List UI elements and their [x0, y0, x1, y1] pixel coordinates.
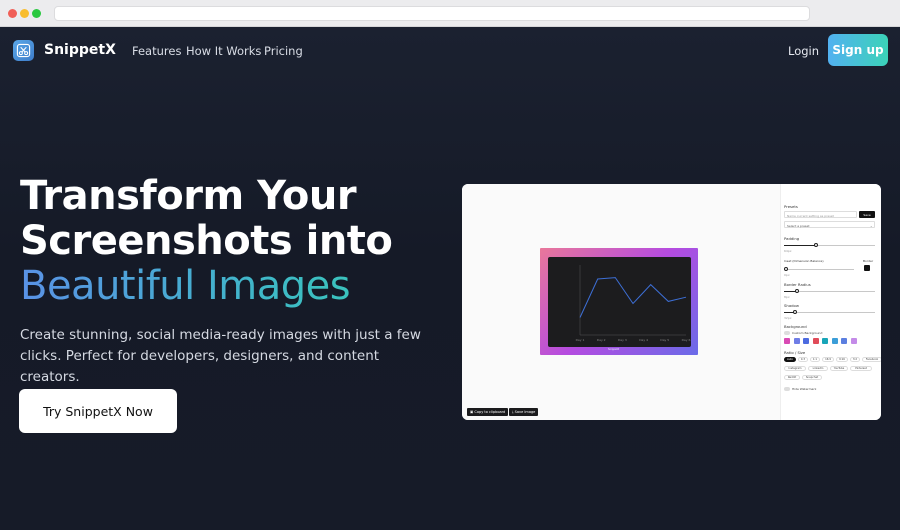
- copy-clipboard-button[interactable]: ▣ Copy to clipboard: [467, 408, 509, 416]
- presets-label: Presets: [784, 204, 798, 209]
- top-nav: SnippetX Features How It Works Pricing L…: [0, 27, 900, 75]
- ratio-chip[interactable]: LinkedIn: [808, 366, 828, 371]
- ratio-chip[interactable]: YouTube: [830, 366, 848, 371]
- background-swatch[interactable]: [841, 338, 847, 344]
- ratio-chip[interactable]: Snapchat: [802, 375, 822, 380]
- screenshot-chart: Day 1 Day 2 Day 3 Day 4 Day 5 Day 6: [548, 257, 691, 347]
- border-label: Border: [863, 259, 874, 263]
- custom-background-toggle[interactable]: [784, 331, 790, 335]
- background-swatch[interactable]: [793, 338, 800, 344]
- ratio-label: Ratio / Size: [784, 350, 806, 355]
- nav-link-features[interactable]: Features: [132, 44, 181, 58]
- series-line: [579, 277, 687, 318]
- hero-title-line: Transform Your: [20, 173, 357, 219]
- background-swatch[interactable]: [822, 338, 828, 344]
- hero-title: Transform Your Screenshots into Beautifu…: [20, 174, 460, 309]
- x-tick-label: Day 6: [682, 338, 691, 342]
- copy-label: Copy to clipboard: [474, 410, 506, 414]
- chevron-down-icon: ⌄: [870, 223, 873, 228]
- preset-name-placeholder: Name current setting as preset: [787, 214, 834, 218]
- ratio-chip[interactable]: 4:3: [798, 357, 808, 362]
- inset-slider[interactable]: [784, 267, 788, 271]
- hide-watermark-label: Hide Watermark: [792, 387, 817, 391]
- x-tick-label: Day 1: [576, 338, 585, 342]
- inset-value: 0px: [784, 273, 790, 277]
- background-label: Background: [784, 324, 807, 329]
- shadow-value: 32px: [784, 316, 792, 320]
- hero-title-highlight: Beautiful Images: [20, 264, 460, 309]
- ratio-chip[interactable]: 1:1: [810, 357, 820, 362]
- preset-select[interactable]: Select a preset ⌄: [784, 221, 875, 228]
- border-radius-slider[interactable]: [795, 289, 799, 293]
- settings-panel: Presets Name current setting as preset S…: [780, 184, 881, 420]
- save-preset-button[interactable]: Save: [859, 211, 875, 218]
- save-image-button[interactable]: ⤓ Save Image: [509, 408, 539, 416]
- shadow-track: [784, 312, 875, 313]
- background-swatch[interactable]: [831, 338, 838, 344]
- ratio-chip[interactable]: Auto: [784, 357, 796, 362]
- ratio-chip[interactable]: 3:2: [850, 357, 860, 362]
- address-bar[interactable]: [54, 6, 810, 21]
- ratio-chip[interactable]: 9:16: [836, 357, 848, 362]
- ratio-chip[interactable]: 16:9: [822, 357, 834, 362]
- hide-watermark-toggle[interactable]: [784, 387, 790, 391]
- login-link[interactable]: Login: [788, 44, 819, 58]
- ratio-chip[interactable]: Instagram: [784, 366, 806, 371]
- shadow-label: Shadow: [784, 303, 799, 308]
- shadow-slider[interactable]: [793, 310, 797, 314]
- padding-value: 64px: [784, 249, 792, 253]
- editor-canvas: Day 1 Day 2 Day 3 Day 4 Day 5 Day 6 SnippetX …: [462, 184, 780, 420]
- try-now-button[interactable]: Try SnippetX Now: [19, 389, 177, 433]
- hero-title-line: Screenshots into: [20, 218, 393, 264]
- radius-value: 8px: [784, 295, 790, 299]
- close-window-icon[interactable]: [8, 9, 17, 18]
- signup-button[interactable]: Sign up: [828, 34, 888, 66]
- minimize-window-icon[interactable]: [20, 9, 29, 18]
- nav-link-how-it-works[interactable]: How It Works: [186, 44, 261, 58]
- preset-select-value: Select a preset: [787, 224, 810, 228]
- landing-page: SnippetX Features How It Works Pricing L…: [0, 27, 900, 530]
- ratio-chip[interactable]: Pinterest: [850, 366, 872, 371]
- ratio-chip[interactable]: Reddit: [784, 375, 800, 380]
- padding-slider[interactable]: [814, 243, 818, 247]
- logo-icon[interactable]: [13, 40, 34, 61]
- inset-label: Inset (Dimension Balance): [784, 259, 824, 263]
- image-caption: SnippetX: [608, 348, 620, 351]
- background-swatch[interactable]: [784, 338, 790, 344]
- line-chart: Day 1 Day 2 Day 3 Day 4 Day 5 Day 6: [576, 265, 691, 342]
- ratio-chip[interactable]: Facebook: [862, 357, 881, 362]
- x-tick-label: Day 3: [618, 338, 627, 342]
- maximize-window-icon[interactable]: [32, 9, 41, 18]
- x-tick-label: Day 4: [639, 338, 648, 342]
- background-swatch[interactable]: [850, 338, 857, 344]
- padding-fill: [784, 245, 817, 246]
- brand-name[interactable]: SnippetX: [44, 42, 116, 58]
- inset-track: [784, 269, 854, 270]
- background-swatch[interactable]: [803, 338, 809, 344]
- scissors-icon: [16, 43, 31, 58]
- nav-link-pricing[interactable]: Pricing: [264, 44, 303, 58]
- app-preview: Day 1 Day 2 Day 3 Day 4 Day 5 Day 6 SnippetX …: [462, 184, 881, 420]
- save-image-label: Save Image: [514, 410, 536, 414]
- browser-chrome: [0, 0, 900, 27]
- x-tick-label: Day 2: [597, 338, 606, 342]
- custom-background-label: Custom Background: [792, 331, 823, 335]
- hero-subtitle: Create stunning, social media-ready imag…: [20, 327, 421, 385]
- x-tick-label: Day 5: [660, 338, 669, 342]
- border-radius-label: Border Radius: [784, 282, 811, 287]
- background-swatch[interactable]: [812, 338, 819, 344]
- padding-label: Padding: [784, 236, 800, 241]
- border-color-swatch[interactable]: [864, 265, 870, 271]
- preset-name-input[interactable]: Name current setting as preset: [784, 211, 857, 218]
